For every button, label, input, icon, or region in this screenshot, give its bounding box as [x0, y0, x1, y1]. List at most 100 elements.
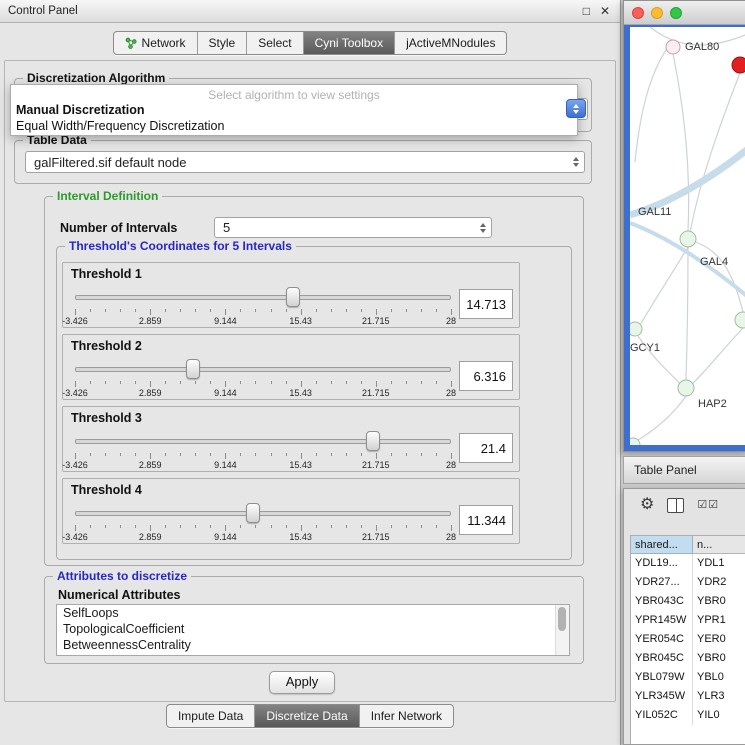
table-cell[interactable]: YDL1: [693, 554, 745, 573]
numerical-attributes-list: SelfLoopsTopologicalCoefficientBetweenne…: [56, 604, 570, 656]
tick: [346, 381, 347, 384]
threshold-1-value-field[interactable]: 14.713: [459, 289, 513, 319]
slider-thumb[interactable]: [186, 359, 200, 379]
algorithm-combobox-stepper[interactable]: [566, 99, 586, 118]
list-item[interactable]: TopologicalCoefficient: [57, 621, 569, 637]
table-cell[interactable]: YER054C: [631, 630, 693, 649]
close-icon[interactable]: ✕: [600, 4, 610, 18]
tick: [421, 453, 422, 456]
number-of-intervals-combobox[interactable]: 5: [214, 217, 492, 238]
tick: [361, 381, 362, 384]
tick: [301, 525, 302, 531]
table-row[interactable]: YDR27...YDR2: [631, 573, 745, 592]
column-header-name[interactable]: n...: [693, 536, 745, 554]
tick: [90, 453, 91, 456]
tick: [346, 309, 347, 312]
table-row[interactable]: YBL079WYBL0: [631, 668, 745, 687]
tick: [165, 309, 166, 312]
slider-track[interactable]: [75, 439, 451, 444]
tick: [331, 381, 332, 384]
tick: [150, 525, 151, 531]
network-node[interactable]: [678, 380, 694, 396]
network-window-titlebar: [624, 1, 745, 25]
float-window-icon[interactable]: □: [583, 4, 590, 18]
table-body: YDL19...YDL1YDR27...YDR2YBR043CYBR0YPR14…: [631, 554, 745, 725]
network-canvas[interactable]: GAL80 GAL11 GAL4 GCY1 HAP2: [630, 27, 745, 445]
table-row[interactable]: YDL19...YDL1: [631, 554, 745, 573]
scale-label: 9.144: [214, 316, 237, 326]
columns-icon[interactable]: [667, 498, 684, 513]
table-data-combobox-value: galFiltered.sif default node: [34, 155, 186, 170]
list-item[interactable]: BetweennessCentrality: [57, 637, 569, 653]
table-cell[interactable]: YBR0: [693, 649, 745, 668]
stepper-down-icon: [573, 110, 579, 114]
table-data-combobox[interactable]: galFiltered.sif default node: [25, 151, 585, 173]
tab-discretize-data[interactable]: Discretize Data: [254, 705, 358, 727]
scale-label: 15.43: [289, 532, 312, 542]
table-cell[interactable]: YDL19...: [631, 554, 693, 573]
slider-thumb[interactable]: [366, 431, 380, 451]
network-node[interactable]: [666, 40, 680, 54]
network-edge: [692, 328, 743, 384]
slider-track[interactable]: [75, 367, 451, 372]
scrollbar[interactable]: [555, 605, 569, 655]
list-item[interactable]: SelfLoops: [57, 605, 569, 621]
table-row[interactable]: YIL052CYIL0: [631, 706, 745, 725]
node-table: shared... n... YDL19...YDL1YDR27...YDR2Y…: [630, 535, 745, 744]
zoom-traffic-light[interactable]: [670, 7, 682, 19]
tab-style[interactable]: Style: [197, 32, 247, 54]
slider-thumb[interactable]: [246, 503, 260, 523]
network-node[interactable]: [680, 231, 696, 247]
tab-cyni-toolbox[interactable]: Cyni Toolbox: [303, 32, 394, 54]
select-columns-icon[interactable]: ☑☑: [697, 500, 719, 511]
algorithm-dropdown-hint: Select algorithm to view settings: [11, 88, 577, 102]
table-row[interactable]: YLR345WYLR3: [631, 687, 745, 706]
table-cell[interactable]: YIL0: [693, 706, 745, 725]
network-node[interactable]: [735, 312, 745, 328]
table-cell[interactable]: YLR345W: [631, 687, 693, 706]
table-cell[interactable]: YPR1: [693, 611, 745, 630]
slider-track[interactable]: [75, 511, 451, 516]
slider-thumb[interactable]: [286, 287, 300, 307]
tick: [451, 453, 452, 459]
tab-impute-data[interactable]: Impute Data: [167, 705, 254, 727]
table-cell[interactable]: YDR27...: [631, 573, 693, 592]
scrollbar-thumb[interactable]: [558, 607, 566, 631]
column-header-shared-name[interactable]: shared...: [631, 536, 693, 554]
table-cell[interactable]: YBR0: [693, 592, 745, 611]
table-cell[interactable]: YER0: [693, 630, 745, 649]
table-cell[interactable]: YIL052C: [631, 706, 693, 725]
tick: [391, 381, 392, 384]
menu-item-manual-discretization[interactable]: Manual Discretization: [11, 102, 577, 118]
close-traffic-light[interactable]: [632, 7, 644, 19]
tab-jactivemnodules[interactable]: jActiveMNodules: [394, 32, 506, 54]
table-cell[interactable]: YBL079W: [631, 668, 693, 687]
threshold-2-value-field[interactable]: 6.316: [459, 361, 513, 391]
tick: [105, 525, 106, 528]
table-row[interactable]: YBR043CYBR0: [631, 592, 745, 611]
gear-icon[interactable]: ⚙: [640, 497, 654, 513]
table-cell[interactable]: YBR045C: [631, 649, 693, 668]
table-row[interactable]: YBR045CYBR0: [631, 649, 745, 668]
threshold-3-label: Threshold 3: [71, 411, 142, 425]
tab-select[interactable]: Select: [246, 32, 302, 54]
tab-network[interactable]: Network: [114, 32, 197, 54]
table-cell[interactable]: YBL0: [693, 668, 745, 687]
table-cell[interactable]: YPR145W: [631, 611, 693, 630]
tick: [301, 453, 302, 459]
table-row[interactable]: YPR145WYPR1: [631, 611, 745, 630]
threshold-3-value-field[interactable]: 21.4: [459, 433, 513, 463]
network-node[interactable]: [630, 322, 642, 336]
apply-button[interactable]: Apply: [269, 671, 335, 694]
slider-track[interactable]: [75, 295, 451, 300]
network-node[interactable]: [630, 438, 640, 445]
menu-item-equal-width-frequency[interactable]: Equal Width/Frequency Discretization: [11, 118, 577, 134]
table-row[interactable]: YER054CYER0: [631, 630, 745, 649]
minimize-traffic-light[interactable]: [651, 7, 663, 19]
tab-infer-network[interactable]: Infer Network: [359, 705, 453, 727]
table-cell[interactable]: YBR043C: [631, 592, 693, 611]
table-cell[interactable]: YLR3: [693, 687, 745, 706]
network-node[interactable]: [732, 57, 745, 73]
table-cell[interactable]: YDR2: [693, 573, 745, 592]
threshold-4-value-field[interactable]: 11.344: [459, 505, 513, 535]
